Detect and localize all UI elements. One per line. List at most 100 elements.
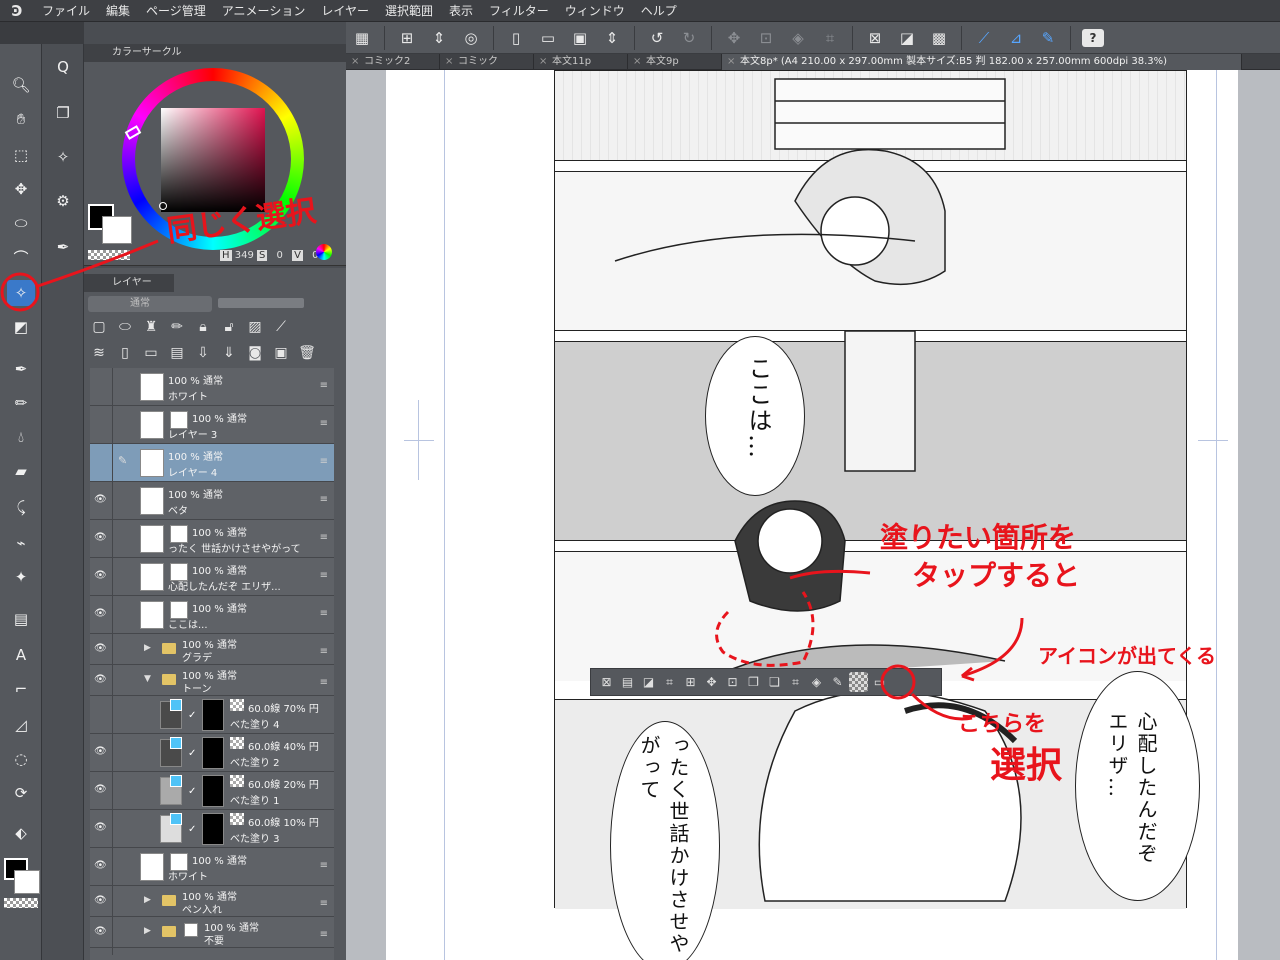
draft-layer-icon[interactable]: ✏ (168, 319, 186, 335)
ruler-icon[interactable]: ◿ (7, 712, 35, 738)
new-raster-layer-icon[interactable]: ▯ (116, 345, 134, 361)
menu-filter[interactable]: フィルター (481, 0, 557, 22)
eye-icon[interactable]: 👁︎ (94, 784, 107, 795)
layer-row[interactable]: 👁︎ 100 % 通常 ったく 世話かけさせやがって ≡ (90, 520, 334, 558)
redo-icon[interactable]: ↻ (676, 25, 702, 51)
tone-icon[interactable]: ◌ (7, 746, 35, 772)
zoom-icon[interactable]: 🔍︎ (7, 72, 35, 98)
scale-icon[interactable]: ⌗ (786, 672, 805, 692)
menu-animation[interactable]: アニメーション (214, 0, 314, 22)
eye-icon[interactable]: 👁︎ (94, 822, 107, 833)
layer-menu-icon[interactable]: ≡ (320, 532, 328, 543)
blend-mode-select[interactable]: 通常 (88, 296, 212, 312)
layer-menu-icon[interactable]: ≡ (320, 646, 328, 657)
transparent-swatch[interactable] (88, 250, 130, 260)
text-icon[interactable]: A (7, 642, 35, 668)
sub-color-swatch[interactable] (14, 870, 40, 894)
snap-special-ruler-icon[interactable]: ⊿ (1003, 25, 1029, 51)
new-folder-icon[interactable]: ▤ (168, 345, 186, 361)
layer-menu-icon[interactable]: ≡ (320, 929, 328, 940)
tab-comic[interactable]: × コミック (440, 54, 534, 70)
undo-icon[interactable]: ↺ (644, 25, 670, 51)
layer-folder-row[interactable]: 👁︎ ▶ 100 % 通常 ペン入れ ≡ (90, 886, 334, 924)
tab-body9p[interactable]: × 本文9p (628, 54, 722, 70)
folder-expand-icon[interactable]: ▶ (144, 643, 151, 653)
app-logo-icon[interactable]: Ͽ (0, 0, 34, 22)
transfer-down-icon[interactable]: ⇩ (194, 345, 212, 361)
grid-view-icon[interactable]: ▦ (349, 25, 375, 51)
folder-collapse-icon[interactable]: ▼ (144, 674, 151, 684)
close-icon[interactable]: × (539, 54, 547, 70)
menu-window[interactable]: ウィンドウ (557, 0, 633, 22)
layer-row[interactable]: 👁︎ ✓ 60.0線 40% 円 べた塗り 2 (90, 734, 334, 772)
snap-ruler-icon[interactable]: ⟋ (971, 25, 997, 51)
transparent-swatch[interactable] (4, 898, 38, 908)
layer-menu-icon[interactable]: ≡ (320, 380, 328, 391)
layer-folder-row[interactable]: 👁︎ ▶ 100 % 通常 グラデ ≡ (90, 634, 334, 672)
new-file-icon[interactable]: ▯ (503, 25, 529, 51)
menu-help[interactable]: ヘルプ (633, 0, 685, 22)
eye-icon[interactable]: 👁︎ (94, 746, 107, 757)
layer-folder-row[interactable]: 👁︎ ▼ 100 % 通常 トーン ≡ (90, 665, 334, 703)
lock-icon[interactable]: 🔒︎ (194, 319, 212, 335)
menu-layer[interactable]: レイヤー (313, 0, 377, 22)
erase-icon[interactable]: ✥ (702, 672, 721, 692)
eye-icon[interactable]: 👁︎ (94, 860, 107, 871)
layer-row[interactable]: 👁︎ 100 % 通常 ベタ ≡ (90, 482, 334, 520)
pen-icon[interactable]: ✒ (7, 356, 35, 382)
color-mode-icon[interactable] (316, 244, 332, 260)
expand-selection-icon[interactable]: ⌗ (660, 672, 679, 692)
erase-outside-icon[interactable]: ▤ (618, 672, 637, 692)
menu-selection[interactable]: 選択範囲 (377, 0, 441, 22)
pencil-icon[interactable]: ✏ (7, 390, 35, 416)
sync-icon[interactable]: ◎ (458, 25, 484, 51)
layer-menu-icon[interactable]: ≡ (320, 570, 328, 581)
cut-icon[interactable]: ⊡ (753, 25, 779, 51)
subtool-autoselect-icon[interactable]: Q (50, 54, 76, 80)
blend-icon[interactable]: ⤹ (7, 494, 35, 520)
menu-edit[interactable]: 編集 (98, 0, 138, 22)
balloon-icon[interactable]: ⌐ (7, 676, 35, 702)
layer-row[interactable]: 100 % 通常 レイヤー 3 ≡ (90, 406, 334, 444)
gradient-icon[interactable]: ◩ (7, 314, 35, 340)
layer-row[interactable]: ✓ 60.0線 70% 円 べた塗り 4 (90, 696, 334, 734)
cut-icon[interactable]: ⊡ (723, 672, 742, 692)
eye-icon[interactable]: 👁︎ (94, 494, 107, 505)
layer-panel-menu-icon[interactable]: ≋ (90, 345, 108, 361)
deselect-icon[interactable]: ⊠ (597, 672, 616, 692)
canvas-area[interactable]: ここは… 心配したんだぞエリザ… ったく世話かけさせやがって (346, 70, 1280, 960)
layer-row[interactable]: 👁︎ ✓ 60.0線 10% 円 べた塗り 3 (90, 810, 334, 848)
layer-row[interactable]: 100 % 通常 ホワイト ≡ (90, 368, 334, 406)
companion-icon[interactable]: ⊞ (394, 25, 420, 51)
close-icon[interactable]: × (351, 54, 359, 70)
layer-menu-icon[interactable]: ≡ (320, 677, 328, 688)
close-icon[interactable]: × (633, 54, 641, 70)
folder-expand-icon[interactable]: ▶ (144, 926, 151, 936)
subtool-reference-icon[interactable]: ❐ (50, 100, 76, 126)
layer-menu-icon[interactable]: ≡ (320, 494, 328, 505)
fill-tool-icon[interactable]: ⌁ (7, 530, 35, 556)
expression-color-icon[interactable]: ▢ (90, 319, 108, 335)
invert-selection-icon[interactable]: ◪ (894, 25, 920, 51)
transform-icon[interactable]: ⌗ (817, 25, 843, 51)
ruler-icon[interactable]: ▭ (870, 672, 889, 692)
ruler-link-icon[interactable]: ⟋ (272, 319, 290, 335)
menu-file[interactable]: ファイル (34, 0, 98, 22)
folder-expand-icon[interactable]: ▶ (144, 895, 151, 905)
delete-layer-icon[interactable]: 🗑︎ (298, 345, 316, 361)
invert-icon[interactable]: ◪ (639, 672, 658, 692)
tab-body8p[interactable]: × 本文8p* (A4 210.00 x 297.00mm 製本サイズ:B5 判 … (722, 54, 1242, 70)
eye-icon[interactable]: 👁︎ (94, 643, 107, 654)
eye-icon[interactable]: 👁︎ (94, 674, 107, 685)
layer-menu-icon[interactable]: ≡ (320, 418, 328, 429)
open-folder-icon[interactable]: ▭ (535, 25, 561, 51)
correct-line-icon[interactable]: ⟳ (7, 780, 35, 806)
copy-icon[interactable]: ❐ (744, 672, 763, 692)
erase-selection-icon[interactable]: ✥ (721, 25, 747, 51)
tab-comic2[interactable]: × コミック2 (346, 54, 440, 70)
apply-mask-icon[interactable]: ▣ (272, 345, 290, 361)
layer-row-selected[interactable]: ✎ 100 % 通常 レイヤー 4 ≡ (90, 444, 334, 482)
eye-icon[interactable]: 👁︎ (94, 570, 107, 581)
eye-icon[interactable]: 👁︎ (94, 895, 107, 906)
layer-row[interactable]: 👁︎ ✓ 60.0線 20% 円 べた塗り 1 (90, 772, 334, 810)
